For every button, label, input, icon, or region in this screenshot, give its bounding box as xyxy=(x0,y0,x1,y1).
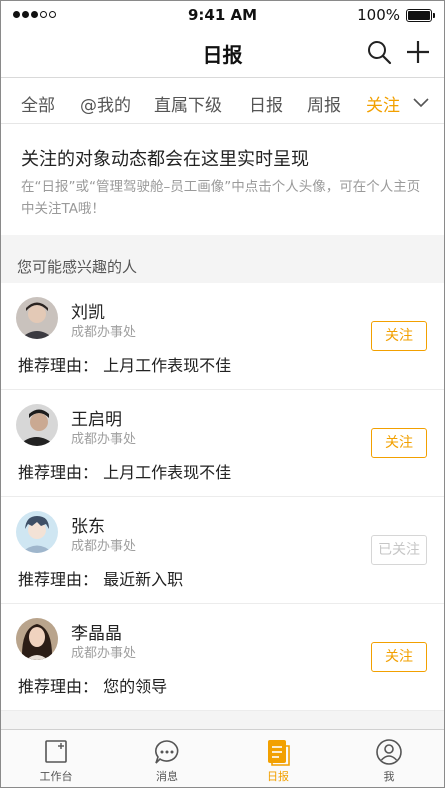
tabbar-label: 我 xyxy=(383,770,395,783)
tab-following[interactable]: 关注 xyxy=(366,91,400,116)
person-row[interactable]: 刘凯 成都办事处 推荐理由： 上月工作表现不佳 关注 xyxy=(1,283,444,390)
message-icon xyxy=(155,740,179,764)
tab-all[interactable]: 全部 xyxy=(21,91,55,116)
battery-percentage: 100% xyxy=(357,6,400,24)
daily-report-icon xyxy=(268,740,290,766)
search-icon[interactable] xyxy=(366,39,392,65)
list-footer-spacer xyxy=(1,711,444,729)
person-row[interactable]: 李晶晶 成都办事处 推荐理由： 您的领导 关注 xyxy=(1,604,444,711)
avatar[interactable] xyxy=(16,297,58,339)
follow-button[interactable]: 关注 xyxy=(371,428,427,458)
person-name: 李晶晶 xyxy=(71,624,122,644)
tabbar-item-daily-report[interactable]: 日报 xyxy=(223,730,333,787)
person-office: 成都办事处 xyxy=(71,325,137,340)
tab-daily[interactable]: 日报 xyxy=(249,91,283,116)
recommend-reason: 推荐理由： 上月工作表现不佳 xyxy=(18,356,232,375)
section-title: 您可能感兴趣的人 xyxy=(17,258,138,276)
tabbar-item-workbench[interactable]: 工作台 xyxy=(1,730,111,787)
status-bar: 9:41 AM 100% xyxy=(1,1,444,31)
avatar[interactable] xyxy=(16,404,58,446)
person-office: 成都办事处 xyxy=(71,432,137,447)
battery-icon xyxy=(406,9,435,22)
follow-button[interactable]: 关注 xyxy=(371,642,427,672)
person-office: 成都办事处 xyxy=(71,539,137,554)
tab-mentions[interactable]: @我的 xyxy=(80,91,131,116)
tabbar-label: 日报 xyxy=(267,770,289,783)
recommend-reason: 推荐理由： 上月工作表现不佳 xyxy=(18,463,232,482)
avatar[interactable] xyxy=(16,618,58,660)
tabbar-item-messages[interactable]: 消息 xyxy=(112,730,222,787)
nav-bar: 日报 xyxy=(1,31,444,78)
person-name: 张东 xyxy=(71,517,105,537)
recommend-reason: 推荐理由： 最近新入职 xyxy=(18,570,184,589)
person-name: 刘凯 xyxy=(71,303,105,323)
recommend-reason: 推荐理由： 您的领导 xyxy=(18,677,168,696)
follow-button[interactable]: 关注 xyxy=(371,321,427,351)
tab-weekly[interactable]: 周报 xyxy=(307,91,341,116)
person-row[interactable]: 王启明 成都办事处 推荐理由： 上月工作表现不佳 关注 xyxy=(1,390,444,497)
bottom-tab-bar: 工作台 消息 日报 我 xyxy=(1,729,444,787)
filter-tabs: 全部 @我的 直属下级 日报 周报 关注 xyxy=(1,79,444,124)
person-name: 王启明 xyxy=(71,410,122,430)
profile-icon xyxy=(376,739,402,765)
tabbar-item-me[interactable]: 我 xyxy=(334,730,444,787)
phone-screen: 9:41 AM 100% 日报 全部 @我的 直属下级 日报 周报 关注 关注的… xyxy=(0,0,445,788)
chevron-down-icon[interactable] xyxy=(412,93,430,111)
tabbar-label: 消息 xyxy=(156,770,178,783)
intro-title: 关注的对象动态都会在这里实时呈现 xyxy=(21,149,309,170)
add-icon[interactable] xyxy=(405,39,431,65)
person-office: 成都办事处 xyxy=(71,646,137,661)
section-header: 您可能感兴趣的人 xyxy=(1,235,444,283)
intro-description: 在“日报”或“管理驾驶舱–员工画像”中点击个人头像，可在个人主页中关注TA哦！ xyxy=(21,179,421,217)
followed-button[interactable]: 已关注 xyxy=(371,535,427,565)
tab-direct-reports[interactable]: 直属下级 xyxy=(154,91,222,116)
intro-panel: 关注的对象动态都会在这里实时呈现 在“日报”或“管理驾驶舱–员工画像”中点击个人… xyxy=(1,125,444,235)
tabbar-label: 工作台 xyxy=(39,770,73,783)
avatar[interactable] xyxy=(16,511,58,553)
workbench-icon xyxy=(45,740,67,763)
person-row[interactable]: 张东 成都办事处 推荐理由： 最近新入职 已关注 xyxy=(1,497,444,604)
